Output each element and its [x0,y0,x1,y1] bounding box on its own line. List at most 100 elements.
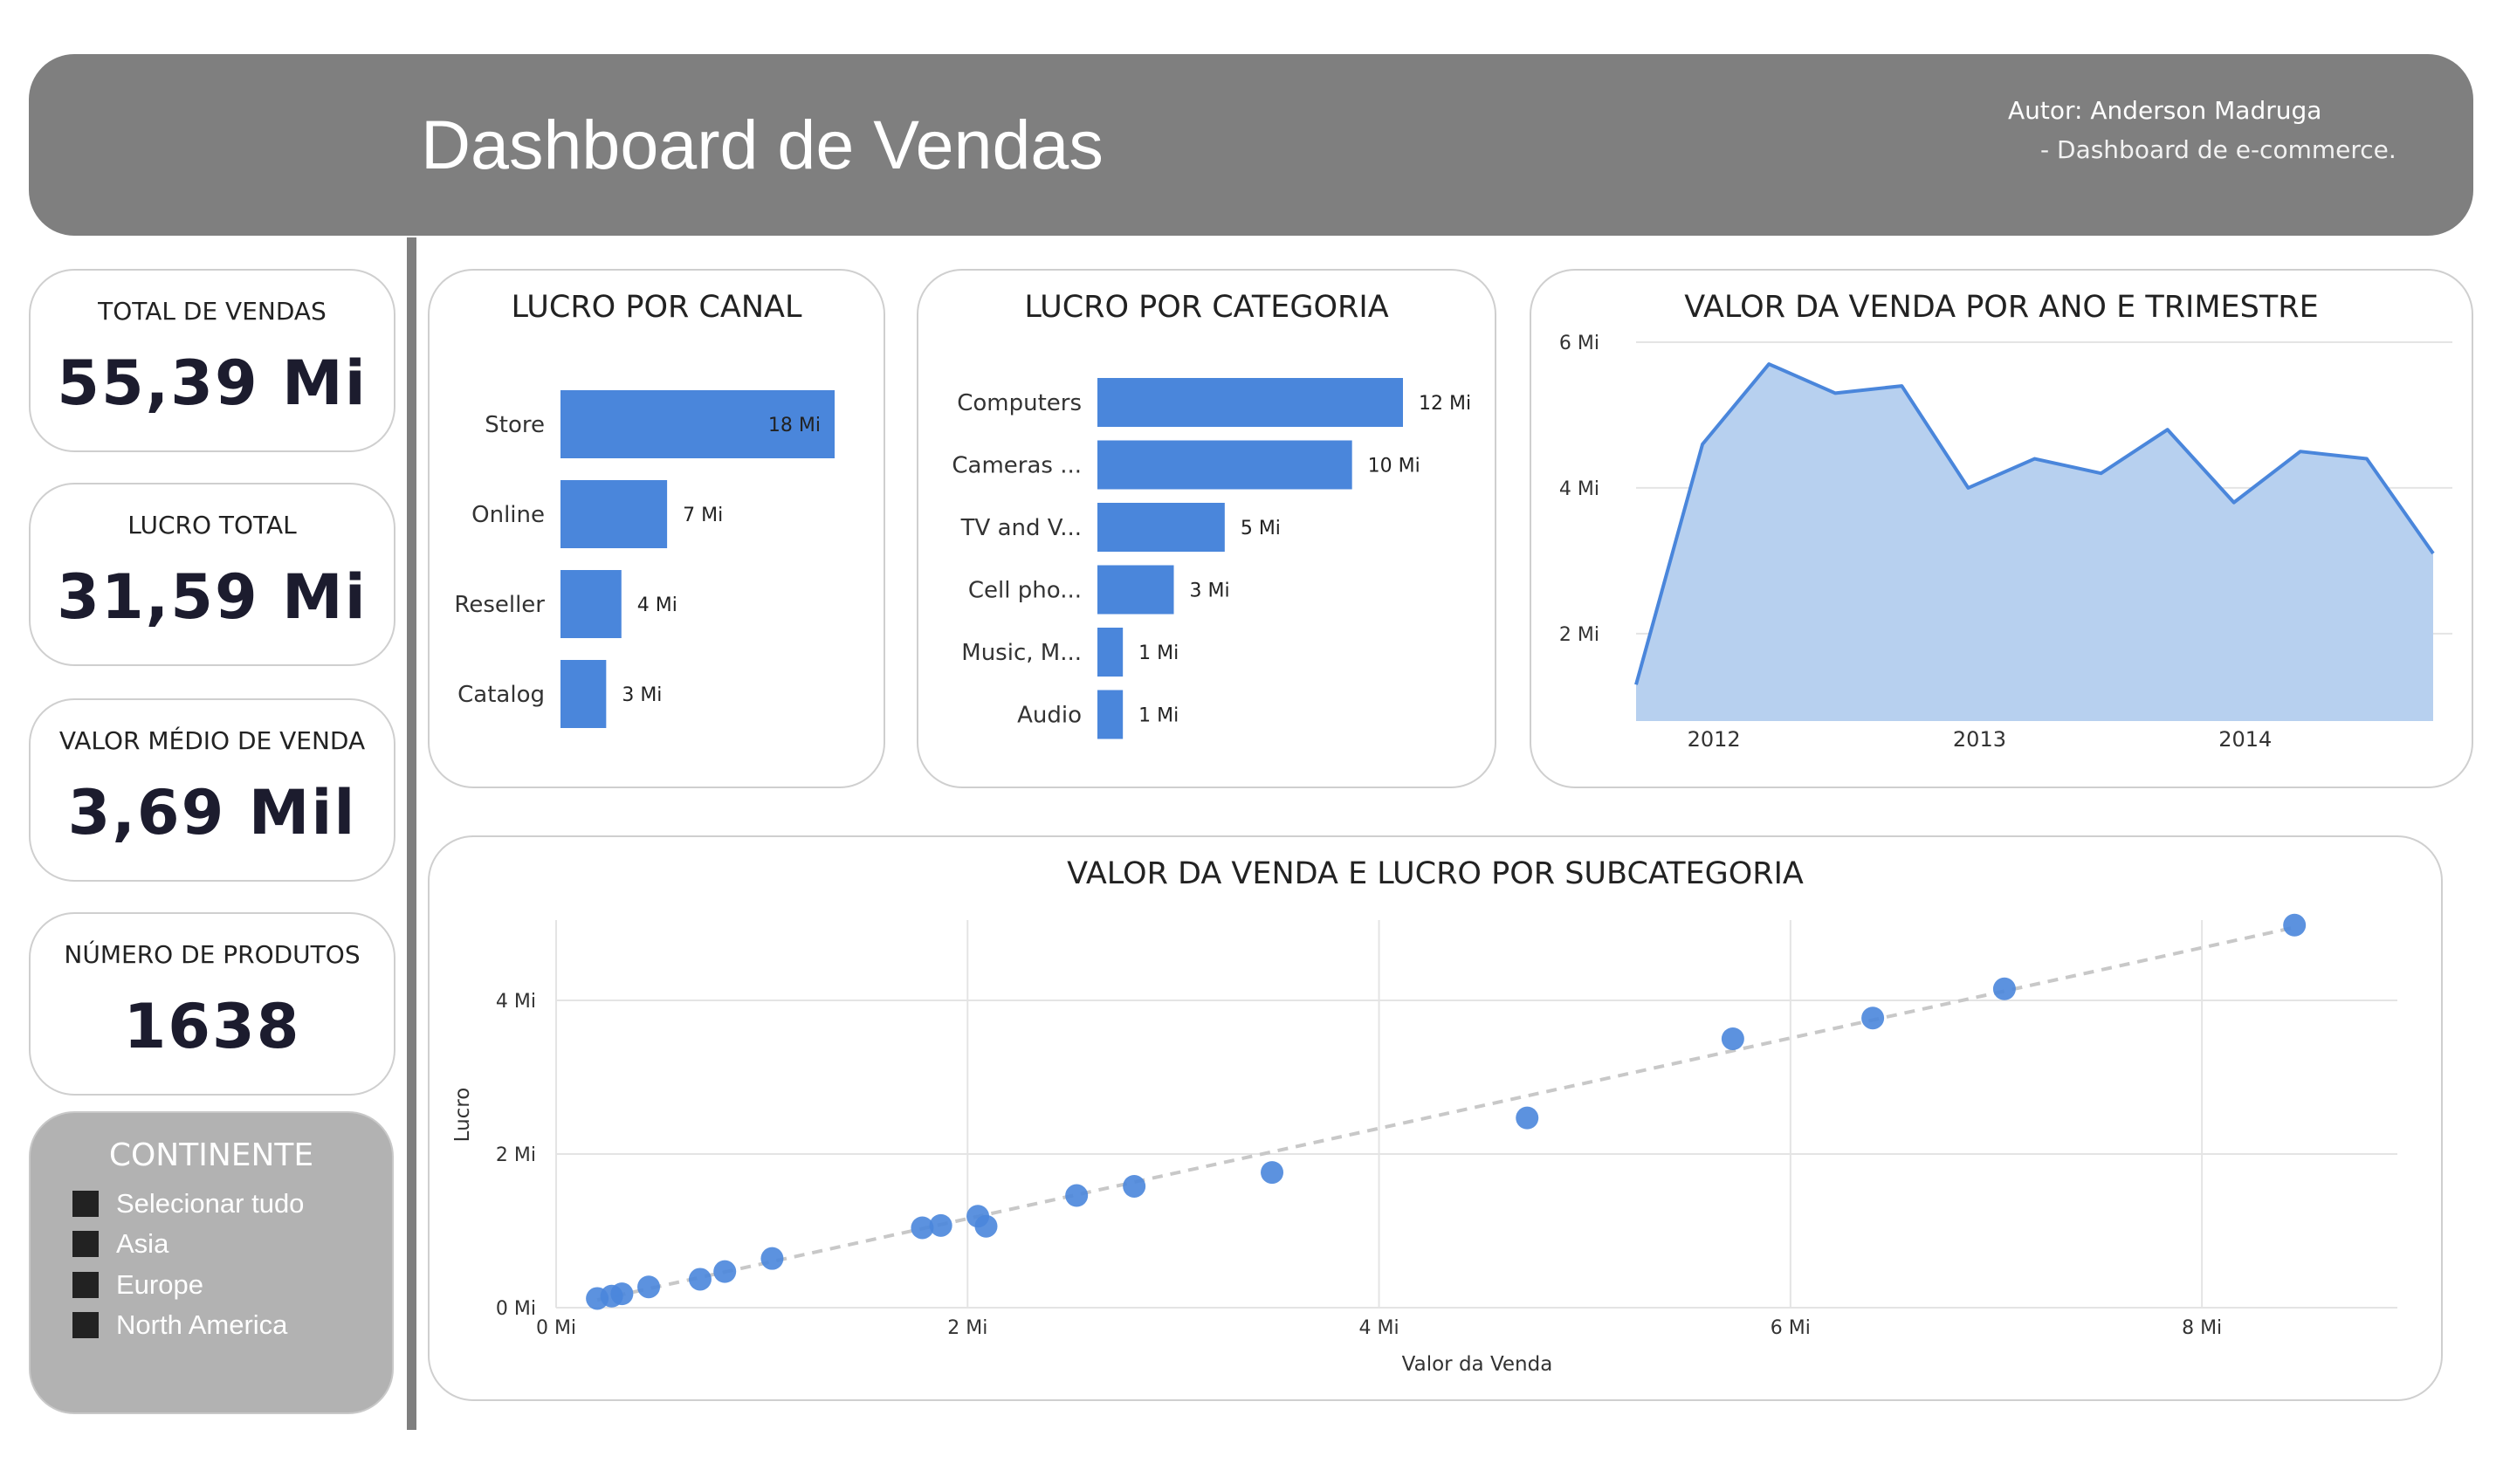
scatter-point [929,1213,952,1237]
bar-data-label: 3 Mi [1190,581,1230,602]
bar-data-label: 12 Mi [1419,393,1471,415]
bar-category-label: Audio [1017,703,1082,729]
continente-slicer: CONTINENTE Selecionar tudo Asia Europe N… [29,1111,394,1414]
vertical-divider [407,237,416,1430]
y-tick-label: 0 Mi [496,1298,536,1320]
slicer-item-label: Europe [116,1269,203,1300]
x-tick-label: 2013 [1953,727,2006,752]
bar [560,570,622,638]
scatter-point [637,1275,661,1299]
y-tick-label: 4 Mi [496,991,536,1013]
x-tick-label: 2012 [1688,727,1741,752]
kpi-value: 55,39 Mi [57,347,368,419]
page-title: Dashboard de Vendas [421,106,1104,183]
kpi-value: 3,69 Mil [67,777,357,848]
bar-category-label: Computers [957,390,1082,416]
bar-category-label: Catalog [457,682,545,708]
kpi-label: NÚMERO DE PRODUTOS [64,940,361,969]
kpi-card-numero-produtos: NÚMERO DE PRODUTOS 1638 [29,912,395,1096]
chart-card-venda-lucro-subcategoria: VALOR DA VENDA E LUCRO POR SUBCATEGORIA … [428,835,2443,1401]
chart-card-venda-ano-trimestre: VALOR DA VENDA POR ANO E TRIMESTRE 2 Mi 4… [1530,269,2473,788]
venda-lucro-subcategoria-chart: 0 Mi 2 Mi 4 Mi 0 Mi 2 Mi 4 Mi 6 Mi 8 Mi Valor da… [451,913,2397,1376]
scatter-point [1261,1161,1284,1185]
kpi-card-valor-medio: VALOR MÉDIO DE VENDA 3,69 Mil [29,698,395,882]
chart-card-lucro-canal: LUCRO POR CANAL Store 18 Mi Online 7 Mi Rese… [428,269,885,788]
author-text: Autor: Anderson Madruga [2008,96,2322,125]
kpi-value: 1638 [123,991,301,1062]
bar [560,480,668,548]
slicer-item-label: Selecionar tudo [116,1188,305,1219]
subtitle-text: - Dashboard de e-commerce. [2040,135,2396,164]
slicer-item-label: Asia [116,1228,169,1259]
venda-ano-trimestre-chart: 2 Mi 4 Mi 6 Mi 2012 2013 2014 [1559,333,2452,752]
scatter-point [1123,1174,1146,1198]
bar [1097,565,1174,615]
kpi-label: LUCRO TOTAL [127,511,297,539]
checkbox-icon[interactable] [72,1231,99,1257]
bar [1097,690,1124,739]
chart-card-lucro-categoria: LUCRO POR CATEGORIA Computers 12 Mi Camera… [917,269,1496,788]
bar-category-label: TV and V... [960,515,1082,541]
bar-data-label: 18 Mi [768,415,821,436]
kpi-card-lucro-total: LUCRO TOTAL 31,59 Mi [29,483,395,666]
bar-category-label: Store [485,412,545,438]
y-tick-label: 2 Mi [1559,624,1599,646]
y-tick-label: 4 Mi [1559,478,1599,500]
slicer-item-north-america[interactable]: North America [72,1308,287,1343]
x-axis-title: Valor da Venda [1402,1353,1553,1376]
bar-category-label: Online [471,502,545,528]
scatter-point [1992,977,2016,1000]
bar-data-label: 7 Mi [683,505,723,526]
x-tick-label: 2014 [2218,727,2272,752]
slicer-item-selecionar-tudo[interactable]: Selecionar tudo [72,1186,304,1221]
scatter-point [610,1282,634,1306]
bar-data-label: 3 Mi [622,684,662,706]
bar-category-label: Music, M... [961,640,1082,666]
bar [1097,628,1124,677]
y-tick-label: 2 Mi [496,1144,536,1166]
scatter-point [1861,1007,1885,1030]
lucro-canal-chart: Store 18 Mi Online 7 Mi Reseller 4 Mi Catalog 3… [454,390,835,728]
slicer-item-asia[interactable]: Asia [72,1226,168,1261]
slicer-item-europe[interactable]: Europe [72,1268,203,1302]
bar-data-label: 1 Mi [1138,705,1179,727]
y-axis-title: Lucro [451,1088,474,1143]
area-fill [1636,364,2433,721]
scatter-point [713,1260,737,1283]
bar-category-label: Cell pho... [968,578,1082,604]
bar [1097,503,1225,552]
scatter-point [688,1268,712,1291]
lucro-categoria-chart: Computers 12 Mi Cameras ... 10 Mi TV and V..… [952,378,1471,739]
scatter-point [974,1214,998,1238]
bar-data-label: 10 Mi [1368,456,1420,477]
bar [1097,378,1403,427]
checkbox-icon[interactable] [72,1191,99,1217]
scatter-point [2283,913,2307,937]
checkbox-icon[interactable] [72,1272,99,1298]
bar-category-label: Reseller [454,592,545,618]
x-tick-label: 2 Mi [947,1317,987,1339]
kpi-label: VALOR MÉDIO DE VENDA [58,726,366,755]
header-banner: Dashboard de Vendas Autor: Anderson Madr… [29,54,2473,236]
kpi-card-total-vendas: TOTAL DE VENDAS 55,39 Mi [29,269,395,452]
scatter-point [1065,1184,1089,1207]
bar-data-label: 4 Mi [637,594,677,616]
bar [1097,440,1352,490]
checkbox-icon[interactable] [72,1312,99,1338]
scatter-point [760,1247,784,1270]
x-tick-label: 6 Mi [1771,1317,1811,1339]
bar-category-label: Cameras ... [952,453,1082,479]
kpi-label: TOTAL DE VENDAS [98,297,327,326]
slicer-item-label: North America [116,1309,288,1340]
scatter-point [1721,1027,1744,1050]
trendline [596,925,2295,1302]
slicer-title: CONTINENTE [108,1137,314,1173]
scatter-point [1516,1106,1539,1130]
bar [560,660,607,728]
x-tick-label: 8 Mi [2182,1317,2222,1339]
bar-data-label: 1 Mi [1138,642,1179,664]
bar-data-label: 5 Mi [1241,518,1281,539]
x-tick-label: 4 Mi [1359,1317,1399,1339]
kpi-value: 31,59 Mi [57,561,368,633]
y-tick-label: 6 Mi [1559,333,1599,354]
